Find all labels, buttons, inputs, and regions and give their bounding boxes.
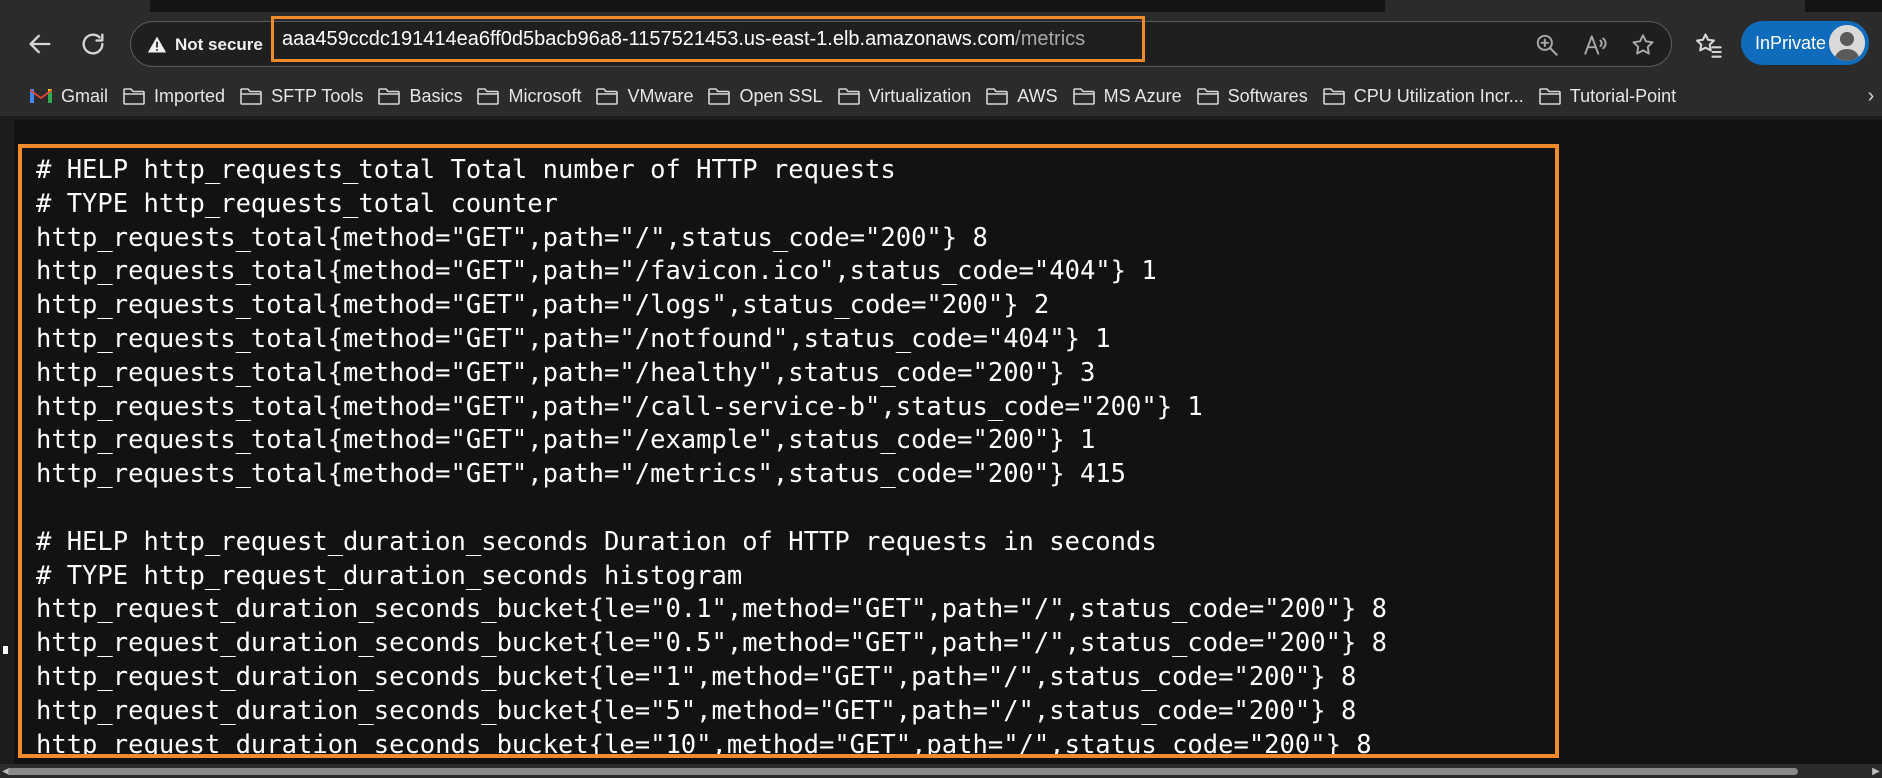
- metrics-comment-line: # TYPE http_requests_total counter: [36, 188, 558, 219]
- folder-icon: [837, 88, 860, 105]
- metrics-sample-line: http_requests_total{method="GET",path="/…: [36, 425, 1096, 456]
- metrics-sample-line: http_request_duration_seconds_bucket{le=…: [36, 695, 1357, 726]
- url-text-highlighted[interactable]: aaa459ccdc191414ea6ff0d5bacb96a8-1157521…: [271, 16, 1145, 62]
- metrics-sample-line: http_requests_total{method="GET",path="/…: [36, 323, 1111, 354]
- star-icon: [1632, 34, 1654, 55]
- bookmark-imported[interactable]: Imported: [119, 79, 236, 113]
- folder-icon: [1196, 88, 1219, 105]
- security-label: Not secure: [175, 35, 263, 54]
- bookmark-gmail[interactable]: Gmail: [26, 79, 119, 113]
- favorites-button[interactable]: [1692, 28, 1726, 62]
- bookmark-softwares[interactable]: Softwares: [1193, 79, 1319, 113]
- bookmarks-bar: Gmail Imported SFTP Tools Basics Microsoft VM…: [0, 76, 1882, 116]
- page-content: # HELP http_requests_total Total number …: [14, 120, 1882, 764]
- metrics-comment-line: # HELP http_requests_total Total number …: [36, 155, 896, 185]
- metrics-text-highlighted: # HELP http_requests_total Total number …: [18, 144, 1559, 758]
- person-icon: [1829, 25, 1865, 61]
- folder-icon: [378, 88, 401, 105]
- bookmark-label: Basics: [409, 85, 463, 106]
- read-aloud-icon: [1584, 35, 1607, 55]
- metrics-sample-line: http_request_duration_seconds_bucket{le=…: [36, 594, 1388, 625]
- bookmark-label: MS Azure: [1103, 85, 1182, 106]
- bookmark-cpu-utilization-incr[interactable]: CPU Utilization Incr...: [1319, 79, 1535, 113]
- folder-icon: [1322, 88, 1345, 105]
- metrics-sample-line: http_requests_total{method="GET",path="/…: [36, 256, 1157, 287]
- back-arrow-icon: [29, 34, 51, 54]
- bookmark-microsoft[interactable]: Microsoft: [473, 79, 592, 113]
- metrics-sample-line: http_request_duration_seconds_bucket{le=…: [36, 661, 1357, 692]
- bookmark-label: Softwares: [1227, 85, 1308, 106]
- bookmark-vmware[interactable]: VMware: [592, 79, 704, 113]
- avatar: [1829, 25, 1865, 61]
- browser-window: Not secure aaa459ccdc191414ea6ff0d5bacb9…: [0, 0, 1882, 778]
- metrics-comment-line: # TYPE http_request_duration_seconds his…: [36, 560, 743, 591]
- folder-icon: [240, 88, 262, 105]
- warning-icon: [147, 36, 167, 53]
- favorites-icon: [1696, 33, 1722, 58]
- metrics-sample-line: http_requests_total{method="GET",path="/…: [36, 222, 988, 253]
- bookmark-label: Tutorial-Point: [1569, 85, 1677, 106]
- metrics-comment-line: # HELP http_request_duration_seconds Dur…: [36, 526, 1157, 557]
- tab[interactable]: [1385, 0, 1805, 12]
- metrics-sample-line: http_requests_total{method="GET",path="/…: [36, 290, 1050, 321]
- metrics-sample-line: http_requests_total{method="GET",path="/…: [36, 459, 1127, 490]
- zoom-button[interactable]: [1532, 30, 1562, 60]
- scrollbar-thumb[interactable]: [8, 768, 1798, 775]
- chevron-right-icon: ›: [1867, 84, 1875, 107]
- bookmark-label: Microsoft: [508, 85, 582, 106]
- scroll-right-icon[interactable]: ▶: [1870, 765, 1882, 777]
- folder-icon: [477, 88, 500, 105]
- bookmark-aws[interactable]: AWS: [982, 79, 1068, 113]
- bookmark-ms-azure[interactable]: MS Azure: [1069, 79, 1193, 113]
- bookmark-label: Virtualization: [868, 85, 972, 106]
- inprivate-profile-button[interactable]: InPrivate: [1741, 21, 1869, 65]
- bookmark-open-ssl[interactable]: Open SSL: [704, 79, 833, 113]
- folder-icon: [1538, 88, 1561, 105]
- metrics-sample-line: http_request_duration_seconds_bucket{le=…: [36, 628, 1388, 659]
- folder-icon: [986, 88, 1009, 105]
- bookmark-sftp-tools[interactable]: SFTP Tools: [236, 79, 374, 113]
- horizontal-scrollbar[interactable]: ◀ ▶: [0, 764, 1882, 778]
- security-indicator[interactable]: Not secure: [141, 29, 274, 61]
- bookmark-label: Gmail: [61, 85, 109, 106]
- bookmark-label: Open SSL: [739, 85, 823, 106]
- back-button[interactable]: [20, 26, 60, 62]
- url-path: /metrics: [1015, 27, 1086, 50]
- bookmark-label: Imported: [154, 85, 226, 106]
- address-bar[interactable]: Not secure aaa459ccdc191414ea6ff0d5bacb9…: [130, 16, 1672, 67]
- metrics-sample-line: http_request_duration_seconds_bucket{le=…: [36, 729, 1372, 758]
- zoom-in-icon: [1536, 34, 1558, 56]
- metrics-sample-line: http_requests_total{method="GET",path="/…: [36, 391, 1203, 422]
- folder-icon: [123, 88, 145, 105]
- bookmark-label: VMware: [627, 85, 694, 106]
- folder-icon: [708, 88, 731, 105]
- url-host: aaa459ccdc191414ea6ff0d5bacb96a8-1157521…: [282, 27, 1016, 50]
- refresh-button[interactable]: [73, 26, 113, 62]
- scroll-marker: [3, 646, 8, 654]
- bookmarks-overflow-button[interactable]: ›: [1860, 80, 1882, 112]
- bookmark-virtualization[interactable]: Virtualization: [834, 79, 983, 113]
- folder-icon: [1072, 88, 1095, 105]
- bookmark-label: AWS: [1017, 85, 1058, 106]
- gmail-icon: [30, 89, 52, 103]
- metrics-sample-line: http_requests_total{method="GET",path="/…: [36, 357, 1096, 388]
- bookmark-label: CPU Utilization Incr...: [1353, 85, 1524, 106]
- bookmark-label: SFTP Tools: [271, 85, 364, 106]
- page-frame: # HELP http_requests_total Total number …: [0, 116, 1882, 764]
- tab[interactable]: [0, 0, 150, 12]
- inprivate-label: InPrivate: [1755, 32, 1827, 53]
- read-aloud-button[interactable]: [1580, 30, 1610, 60]
- folder-icon: [596, 88, 619, 105]
- favorite-star-button[interactable]: [1628, 30, 1658, 60]
- toolbar: Not secure aaa459ccdc191414ea6ff0d5bacb9…: [0, 12, 1882, 76]
- tab-strip: [0, 0, 1882, 12]
- bookmark-tutorial-point[interactable]: Tutorial-Point: [1535, 79, 1687, 113]
- bookmark-basics[interactable]: Basics: [374, 79, 473, 113]
- refresh-icon: [82, 33, 104, 55]
